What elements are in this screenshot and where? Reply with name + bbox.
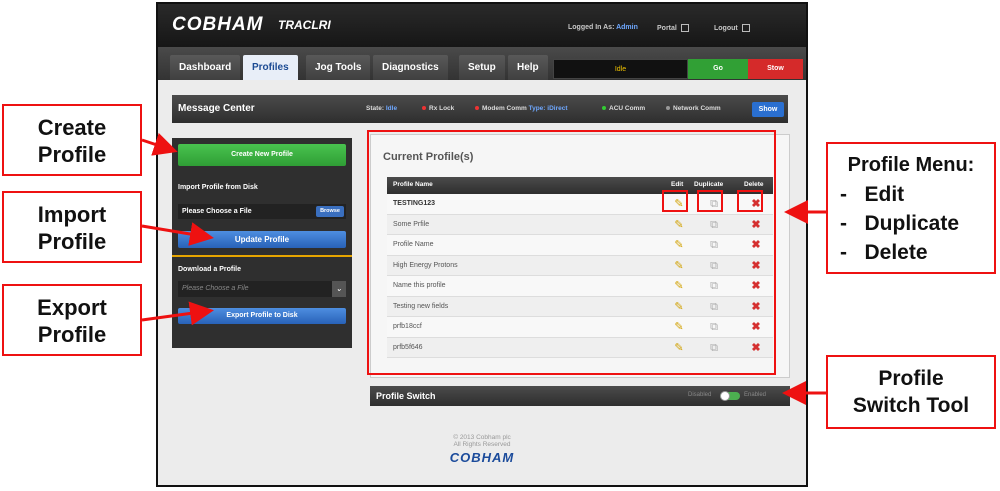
chevron-down-icon: ⌄ [332,281,346,297]
menu-item-label: Duplicate [864,212,960,235]
message-center-bar: Message Center State: Idle Rx Lock Modem… [172,95,788,123]
toggle-knob [720,391,730,401]
footer-logo: COBHAM [449,450,515,465]
modem-comm-indicator: Modem Comm Type: iDirect [475,105,568,112]
menu-item-label: Edit [864,183,905,206]
state-indicator: State: Idle [366,105,397,112]
rights-text: All Rights Reserved [453,441,511,448]
divider [172,255,352,257]
create-profile-callout: Create Profile [2,104,142,176]
exit-icon [741,24,750,32]
status-display: Idle [553,59,688,79]
import-label: Import Profile from Disk [178,184,258,191]
menu-title: Profile Menu: [847,154,975,176]
status-dot-icon [422,106,426,111]
logged-in-label: Logged In As: [568,24,615,31]
profiles-highlight [367,130,776,375]
profile-switch-title: Profile Switch [376,391,436,401]
callout-line: Switch Tool [852,394,970,417]
status-dot-icon [475,106,479,111]
acu-comm-indicator: ACU Comm [602,105,645,112]
download-label: Download a Profile [178,266,242,273]
product-name: TRACLRI [278,18,331,32]
export-profile-callout: Export Profile [2,284,142,356]
top-bar: COBHAM TRACLRI Logged In As: Admin Porta… [158,4,806,47]
callout-line: Import [37,202,107,227]
switch-enabled-label: Enabled [744,392,767,398]
profile-menu-callout: Profile Menu: - Edit - Duplicate - Delet… [826,142,996,274]
switch-disabled-label: Disabled [688,392,712,398]
callout-line: Profile [878,367,944,390]
profile-select[interactable]: Please Choose a File ⌄ [178,281,346,297]
modem-comm-label: Modem Comm [482,105,527,112]
stow-button[interactable]: Stow [748,59,803,79]
tab-jog-tools[interactable]: Jog Tools [306,55,371,80]
menu-item: - Edit [840,183,905,206]
browse-button[interactable]: Browse [316,206,344,217]
state-label: State: [366,105,385,112]
callout-line: Profile [37,229,107,254]
profile-switch-callout: Profile Switch Tool [826,355,996,429]
menu-list: - Edit - Duplicate - Delete [840,180,959,267]
username: Admin [616,24,638,31]
message-center-title: Message Center [178,103,255,114]
callout-line: Profile [37,322,107,347]
profile-switch-toggle[interactable] [720,391,740,401]
menu-item: - Duplicate [840,212,960,235]
tab-setup[interactable]: Setup [459,55,505,80]
state-value: Idle [385,105,398,112]
update-profile-button[interactable]: Update Profile [178,231,346,248]
select-placeholder: Please Choose a File [182,285,249,292]
status-dot-icon [602,106,606,111]
network-comm-label: Network Comm [673,105,721,112]
brand-logo: COBHAM [172,14,264,35]
menu-item-label: Delete [864,241,928,264]
network-comm-indicator: Network Comm [666,105,721,112]
tab-help[interactable]: Help [508,55,548,80]
go-button[interactable]: Go [688,59,748,79]
rx-lock-label: Rx Lock [429,105,455,112]
login-status: Logged In As: Admin [568,24,638,31]
file-input[interactable]: Please Choose a File Browse [178,204,346,219]
menu-item: - Delete [840,241,928,264]
rx-lock-indicator: Rx Lock [422,105,454,112]
callout-line: Export [37,295,107,320]
status-dot-icon [666,106,670,111]
acu-comm-label: ACU Comm [609,105,646,112]
footer: © 2013 Cobham plc All Rights Reserved CO… [158,434,806,465]
create-profile-button[interactable]: Create New Profile [178,144,346,166]
profile-switch-bar: Profile Switch Disabled Enabled [370,386,790,406]
callout-line: Profile [37,142,107,167]
copyright-text: © 2013 Cobham plc [453,434,511,441]
annotated-screenshot: COBHAM TRACLRI Logged In As: Admin Porta… [0,0,1000,491]
modem-type-label: Type: [528,105,546,112]
logout-link[interactable]: Logout [714,24,750,32]
window-icon [680,24,689,32]
edit-highlight [662,190,688,212]
logout-label: Logout [714,24,738,32]
portal-link[interactable]: Portal [657,24,689,32]
portal-label: Portal [657,24,677,32]
profile-actions-panel: Create New Profile Import Profile from D… [172,138,352,348]
main-nav: Dashboard Profiles Jog Tools Diagnostics… [158,47,806,80]
import-profile-callout: Import Profile [2,191,142,263]
callout-line: Create [37,115,107,140]
export-profile-button[interactable]: Export Profile to Disk [178,308,346,324]
duplicate-highlight [697,190,723,212]
file-placeholder: Please Choose a File [182,208,252,215]
modem-type-value: iDirect [547,105,568,112]
show-button[interactable]: Show [752,102,784,117]
tab-diagnostics[interactable]: Diagnostics [373,55,448,80]
delete-highlight [737,190,763,212]
tab-dashboard[interactable]: Dashboard [170,55,241,80]
tab-profiles[interactable]: Profiles [243,55,298,80]
